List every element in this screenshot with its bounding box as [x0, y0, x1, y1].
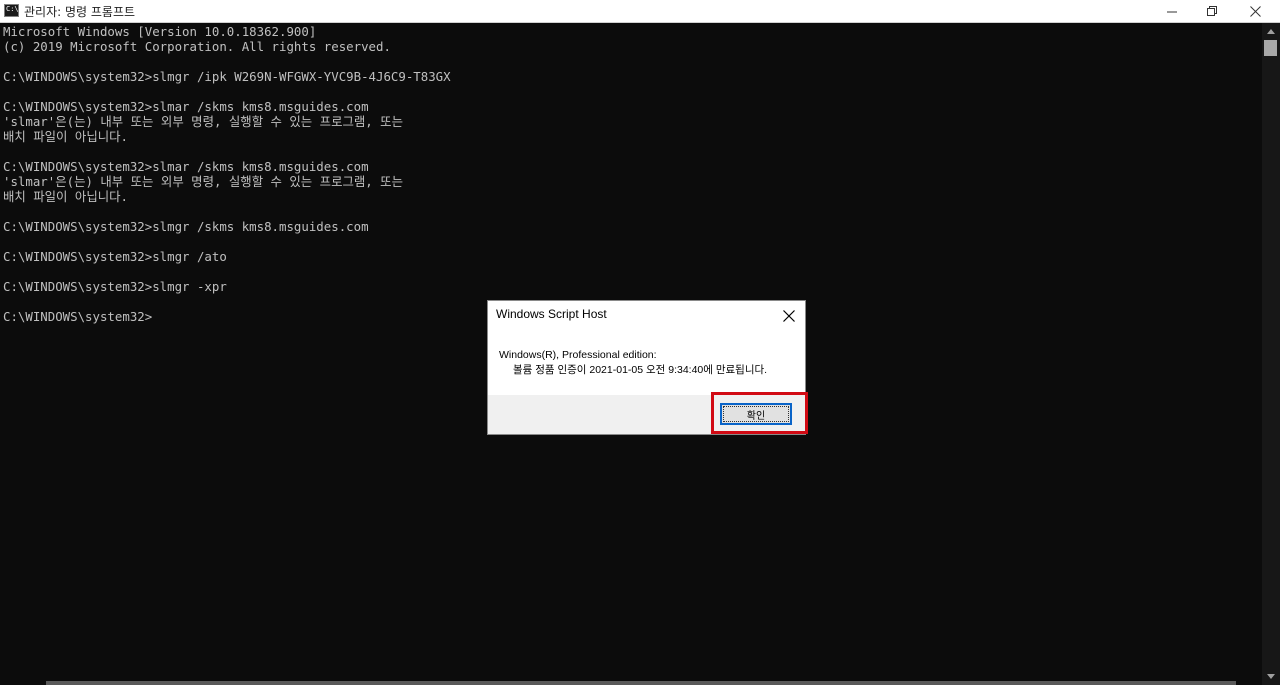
console-line: 'slmar'은(는) 내부 또는 외부 명령, 실행할 수 있는 프로그램, … [3, 114, 403, 129]
console-line: 'slmar'은(는) 내부 또는 외부 명령, 실행할 수 있는 프로그램, … [3, 174, 403, 189]
ok-button-label: 확인 [746, 410, 766, 422]
console-line: C:\WINDOWS\system32>slmar /skms kms8.msg… [3, 159, 369, 174]
console-line: C:\WINDOWS\system32>slmgr -xpr [3, 279, 227, 294]
horizontal-scrollbar[interactable] [46, 681, 1236, 685]
console-icon-label: C:\ [6, 5, 19, 13]
dialog-close-button[interactable] [778, 305, 800, 327]
console-line: Microsoft Windows [Version 10.0.18362.90… [3, 24, 317, 39]
dialog-message-edition: Windows(R), Professional edition: [499, 349, 657, 361]
console-prompt: C:\WINDOWS\system32> [3, 309, 153, 324]
console-line: 배치 파일이 아닙니다. [3, 129, 128, 144]
dialog-message-expiry: 볼륨 정품 인증이 2021-01-05 오전 9:34:40에 만료됩니다. [513, 364, 768, 376]
window-title: 관리자: 명령 프롬프트 [24, 5, 136, 19]
close-window-button[interactable] [1232, 0, 1278, 22]
console-line: C:\WINDOWS\system32>slmgr /ipk W269N-WFG… [3, 69, 451, 84]
console-line: C:\WINDOWS\system32>slmgr /skms kms8.msg… [3, 219, 369, 234]
console-line: C:\WINDOWS\system32>slmar /skms kms8.msg… [3, 99, 369, 114]
vertical-scrollbar[interactable] [1262, 23, 1280, 685]
close-icon [1249, 5, 1261, 17]
console-line: 배치 파일이 아닙니다. [3, 189, 128, 204]
console-line: C:\WINDOWS\system32>slmgr /ato [3, 249, 227, 264]
console-icon[interactable]: C:\ [4, 4, 19, 17]
ok-button[interactable]: 확인 [720, 403, 792, 425]
dialog-title: Windows Script Host [496, 307, 607, 321]
scroll-down-arrow-icon[interactable] [1267, 674, 1275, 679]
scroll-thumb[interactable] [1264, 40, 1277, 56]
close-icon [783, 310, 795, 322]
title-bar: C:\ 관리자: 명령 프롬프트 [0, 0, 1280, 23]
minimize-icon [1166, 11, 1177, 12]
dialog-button-area: 확인 [488, 392, 808, 434]
scroll-up-arrow-icon[interactable] [1267, 29, 1275, 34]
restore-icon [1206, 5, 1217, 16]
script-host-dialog: Windows Script Host Windows(R), Professi… [487, 300, 808, 435]
console-line: (c) 2019 Microsoft Corporation. All righ… [3, 39, 391, 54]
restore-button[interactable] [1189, 0, 1235, 22]
